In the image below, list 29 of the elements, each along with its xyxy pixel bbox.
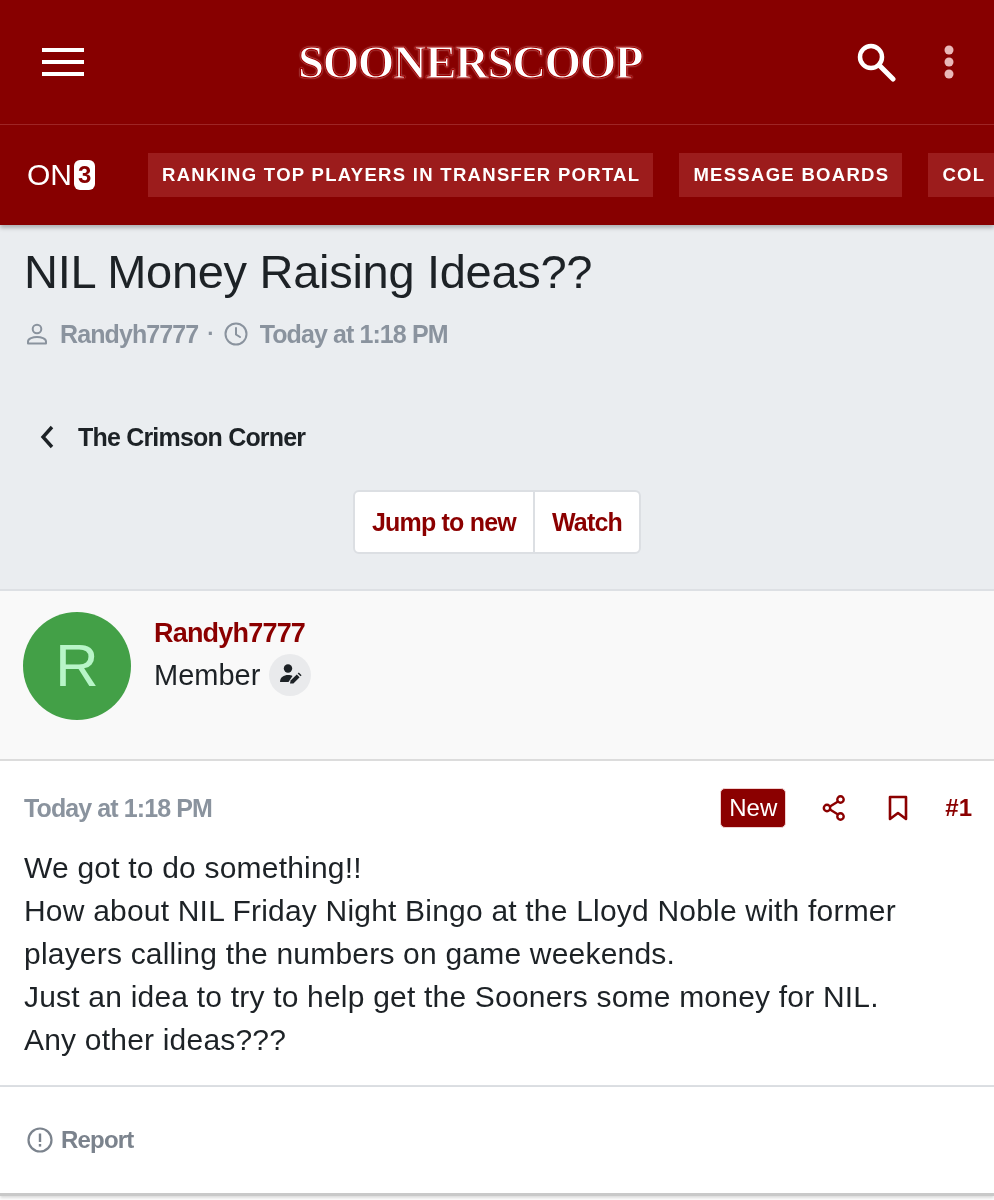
post-number-link[interactable]: #1 (945, 794, 972, 822)
post-text: How about NIL Friday Night Bingo at the Lloyd Noble with former players calling the numbers on game weekends. (24, 893, 897, 972)
site-logo[interactable]: SOONERSCOOP (298, 38, 642, 86)
nav-link[interactable]: COL (928, 153, 994, 197)
post-text: Just an idea to try to help get the Sooners some money for NIL. (24, 979, 880, 1015)
share-icon[interactable] (822, 795, 847, 821)
meta-separator: · (207, 321, 215, 347)
thread-action-button[interactable]: Watch (533, 490, 642, 554)
new-badge: New (720, 788, 787, 828)
user-icon (26, 323, 48, 345)
report-link[interactable]: Report (27, 1126, 134, 1154)
user-role: Member (154, 658, 261, 693)
menu-icon[interactable] (42, 48, 84, 76)
nav-link[interactable]: MESSAGE BOARDS (679, 153, 903, 197)
search-icon[interactable] (856, 42, 896, 82)
clock-icon (223, 322, 248, 346)
post-text: We got to do something!! (24, 850, 363, 886)
brand-logo[interactable]: ON 3 (27, 160, 107, 190)
thread-action-button[interactable]: Jump to new (352, 490, 534, 554)
breadcrumb-link[interactable]: The Crimson Corner (40, 422, 306, 452)
bookmark-icon[interactable] (888, 795, 909, 821)
thread-title: NIL Money Raising Ideas?? (24, 246, 594, 298)
alert-icon (27, 1127, 53, 1153)
post-text: Any other ideas??? (24, 1022, 288, 1058)
person-edit-icon (269, 654, 312, 696)
more-options-icon[interactable] (944, 45, 954, 79)
nav-link[interactable]: RANKING TOP PLAYERS IN TRANSFER PORTAL (148, 153, 654, 197)
chevron-left-icon (40, 425, 54, 449)
username-link[interactable]: Randyh7777 (154, 616, 312, 650)
